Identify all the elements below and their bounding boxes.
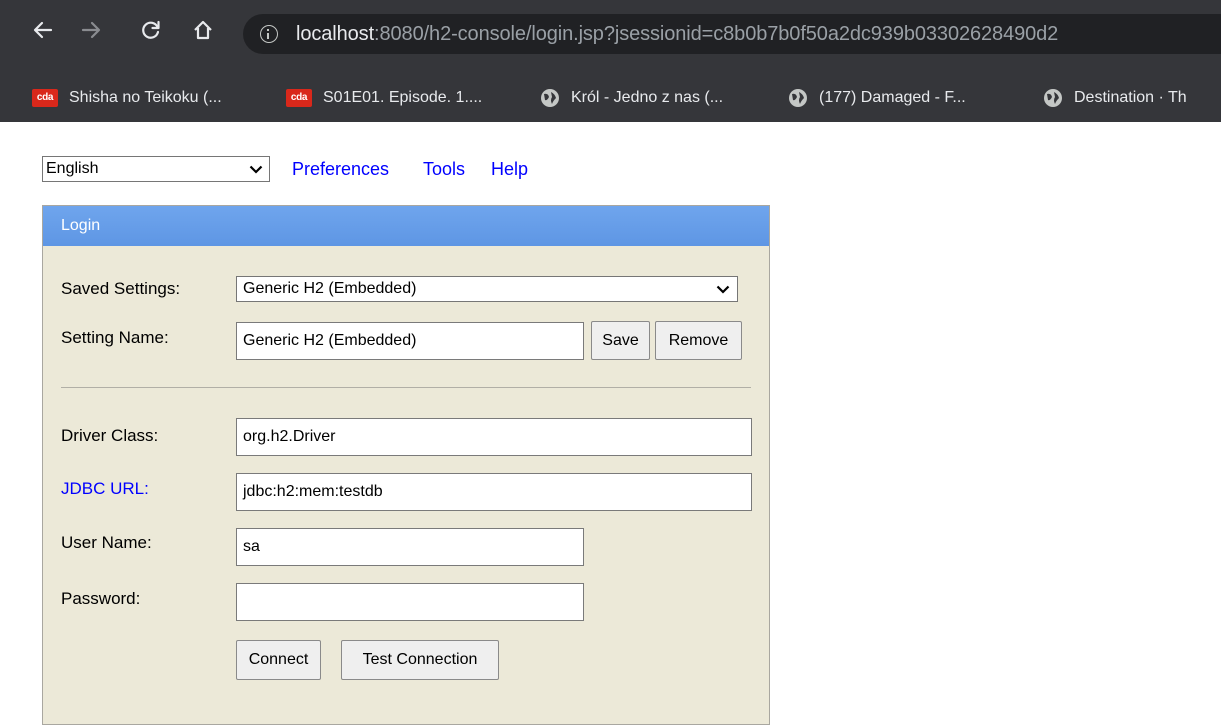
password-field[interactable] bbox=[236, 583, 584, 621]
bookmark-label: (177) Damaged - F... bbox=[819, 89, 966, 106]
bookmark-label: S01E01. Episode. 1.... bbox=[323, 89, 483, 106]
bookmark-item[interactable]: cda Shisha no Teikoku (... bbox=[32, 86, 222, 110]
saved-settings-value: Generic H2 (Embedded) bbox=[243, 280, 417, 297]
bookmarks-bar: cda Shisha no Teikoku (... cda S01E01. E… bbox=[0, 74, 1221, 122]
preferences-link[interactable]: Preferences bbox=[292, 158, 389, 180]
bookmark-label: Król - Jedno z nas (... bbox=[571, 89, 724, 106]
bookmark-label: Destination · Th bbox=[1074, 89, 1187, 106]
cda-favicon-icon: cda bbox=[32, 89, 58, 107]
jdbc-url-field[interactable]: jdbc:h2:mem:testdb bbox=[236, 473, 752, 511]
divider bbox=[61, 387, 751, 388]
driver-class-label: Driver Class: bbox=[61, 426, 159, 445]
bookmark-item[interactable]: (177) Damaged - F... bbox=[788, 86, 966, 110]
save-button[interactable]: Save bbox=[591, 321, 650, 360]
login-panel: Login Saved Settings: Generic H2 (Embedd… bbox=[42, 205, 770, 725]
bookmark-item[interactable]: Król - Jedno z nas (... bbox=[540, 86, 723, 110]
home-icon[interactable] bbox=[190, 17, 216, 43]
setting-name-label: Setting Name: bbox=[61, 328, 169, 347]
bookmark-item[interactable]: Destination · Th bbox=[1043, 86, 1187, 110]
help-link[interactable]: Help bbox=[491, 158, 528, 180]
back-arrow-icon[interactable] bbox=[30, 17, 56, 43]
globe-icon bbox=[789, 89, 807, 107]
saved-settings-select[interactable]: Generic H2 (Embedded) bbox=[236, 276, 738, 302]
user-name-field[interactable]: sa bbox=[236, 528, 584, 566]
reload-icon[interactable] bbox=[138, 17, 164, 43]
globe-icon bbox=[1044, 89, 1062, 107]
password-label: Password: bbox=[61, 589, 141, 608]
saved-settings-label: Saved Settings: bbox=[61, 279, 181, 298]
info-icon[interactable] bbox=[260, 25, 278, 43]
tools-link[interactable]: Tools bbox=[423, 158, 465, 180]
test-connection-button[interactable]: Test Connection bbox=[341, 640, 499, 680]
browser-toolbar: localhost:8080/h2-console/login.jsp?jses… bbox=[0, 0, 1221, 74]
address-bar[interactable]: localhost:8080/h2-console/login.jsp?jses… bbox=[243, 14, 1221, 54]
forward-arrow-icon[interactable] bbox=[78, 17, 104, 43]
driver-class-field[interactable]: org.h2.Driver bbox=[236, 418, 752, 456]
language-value: English bbox=[46, 160, 99, 177]
connect-button[interactable]: Connect bbox=[236, 640, 321, 680]
user-name-label: User Name: bbox=[61, 533, 152, 552]
cda-favicon-icon: cda bbox=[286, 89, 312, 107]
chevron-down-icon bbox=[249, 165, 263, 174]
language-select[interactable]: English bbox=[42, 156, 270, 182]
jdbc-url-label[interactable]: JDBC URL: bbox=[61, 478, 149, 500]
bookmark-item[interactable]: cda S01E01. Episode. 1.... bbox=[286, 86, 482, 110]
bookmark-label: Shisha no Teikoku (... bbox=[69, 89, 222, 106]
chevron-down-icon bbox=[716, 285, 730, 294]
setting-name-field[interactable]: Generic H2 (Embedded) bbox=[236, 322, 584, 360]
remove-button[interactable]: Remove bbox=[655, 321, 742, 360]
globe-icon bbox=[541, 89, 559, 107]
panel-header: Login bbox=[43, 206, 769, 246]
url-text: localhost:8080/h2-console/login.jsp?jses… bbox=[296, 23, 1059, 45]
